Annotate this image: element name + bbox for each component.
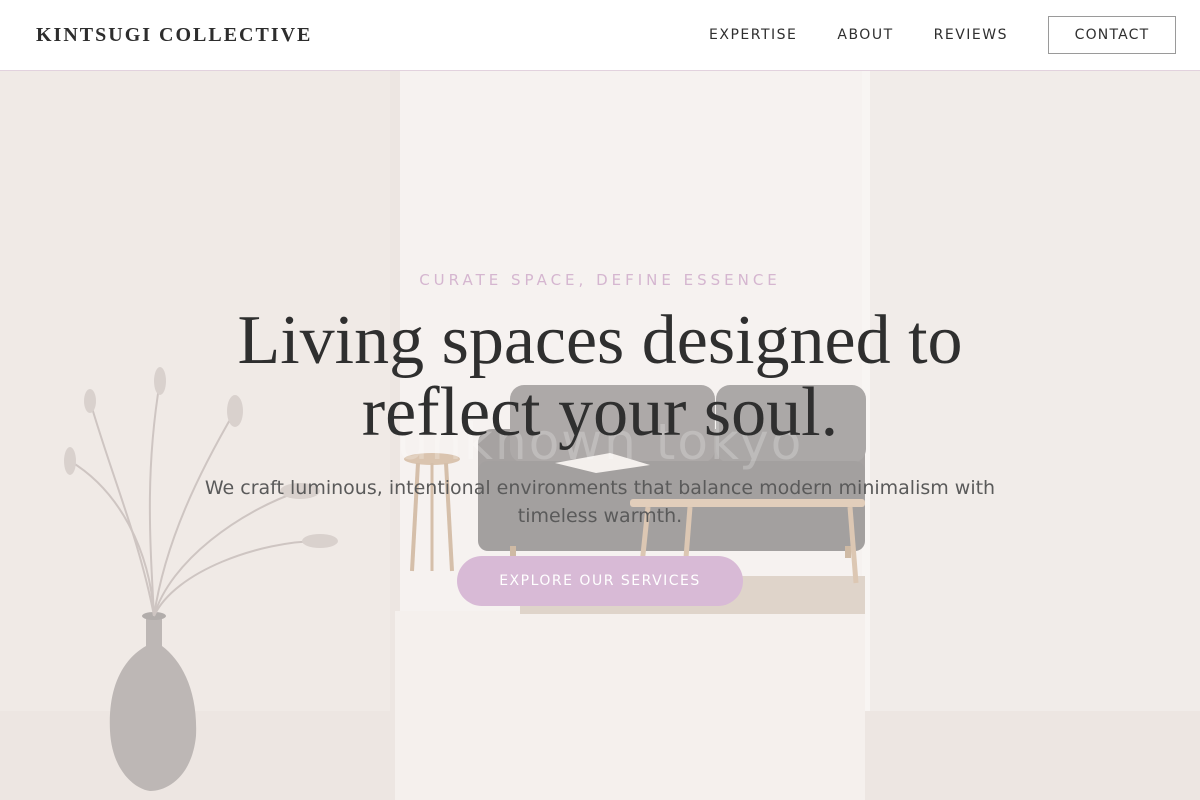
hero-content: CURATE SPACE, DEFINE ESSENCE Living spac… (0, 71, 1200, 800)
hero-subtitle: We craft luminous, intentional environme… (204, 477, 996, 527)
brand-logo[interactable]: KINTSUGI COLLECTIVE (36, 24, 312, 47)
nav-link-expertise[interactable]: EXPERTISE (709, 27, 797, 43)
main-nav: EXPERTISE ABOUT REVIEWS CONTACT (709, 16, 1176, 54)
site-header: KINTSUGI COLLECTIVE EXPERTISE ABOUT REVI… (0, 0, 1200, 71)
explore-services-button[interactable]: EXPLORE OUR SERVICES (457, 556, 743, 606)
nav-link-about[interactable]: ABOUT (837, 27, 893, 43)
hero-headline: Living spaces designed to reflect your s… (237, 302, 963, 451)
hero-eyebrow: CURATE SPACE, DEFINE ESSENCE (419, 271, 781, 289)
hero-section: unknown tokyo CURATE SPACE, DEFINE ESSEN… (0, 71, 1200, 800)
nav-link-reviews[interactable]: REVIEWS (934, 27, 1008, 43)
contact-button[interactable]: CONTACT (1048, 16, 1176, 54)
